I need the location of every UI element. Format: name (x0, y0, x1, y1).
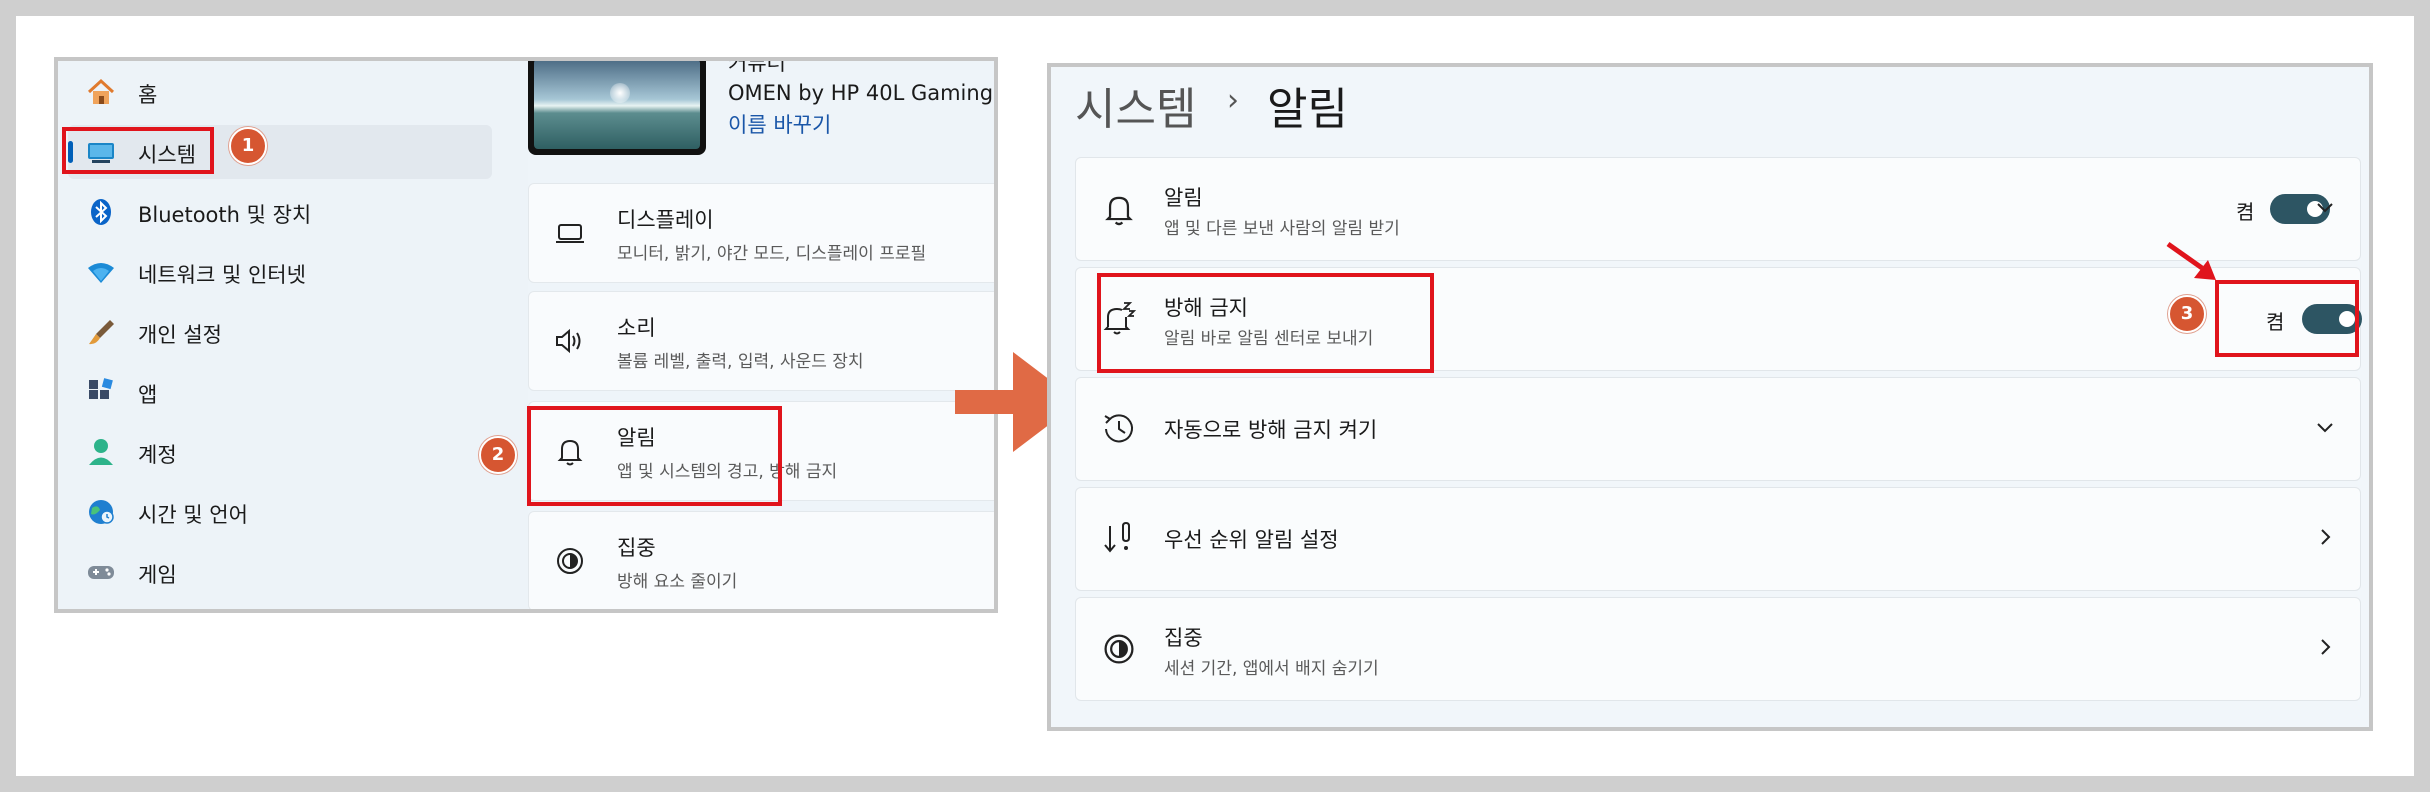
focus-icon (557, 548, 583, 574)
sidebar-item-accounts[interactable]: 계정 (68, 425, 492, 479)
row-subtitle: 앱 및 다른 보낸 사람의 알림 받기 (1164, 219, 1400, 239)
gamepad-icon (88, 566, 114, 579)
row-priority-notifications[interactable]: 우선 순위 알림 설정 (1075, 487, 2361, 591)
home-icon (87, 78, 115, 104)
sidebar-item-label: 홈 (138, 83, 158, 107)
card-sound[interactable]: 소리 볼륨 레벨, 출력, 입력, 사운드 장치 (528, 291, 994, 391)
card-subtitle: 방해 요소 줄이기 (617, 572, 738, 592)
card-title: 디스플레이 (617, 208, 714, 232)
card-title: 집중 (617, 536, 656, 560)
row-focus[interactable]: 집중 세션 기간, 앱에서 배지 숨기기 (1075, 597, 2361, 701)
card-subtitle: 모니터, 밝기, 야간 모드, 디스플레이 프로필 (617, 244, 927, 264)
row-title: 우선 순위 알림 설정 (1164, 528, 1339, 552)
card-display[interactable]: 디스플레이 모니터, 밝기, 야간 모드, 디스플레이 프로필 (528, 183, 994, 283)
sidebar-item-bluetooth[interactable]: Bluetooth 및 장치 (68, 185, 492, 239)
card-title: 소리 (617, 316, 656, 340)
clock-icon (1104, 414, 1133, 443)
sidebar-item-time-language[interactable]: 시간 및 언어 (68, 485, 492, 539)
sidebar-item-apps[interactable]: 앱 (68, 365, 492, 419)
sidebar-item-label: 앱 (138, 383, 158, 407)
sidebar-item-label: 시간 및 언어 (138, 503, 248, 527)
sidebar-item-label: 게임 (138, 563, 177, 587)
row-title: 자동으로 방해 금지 켜기 (1164, 418, 1378, 442)
sidebar-item-home[interactable]: 홈 (68, 65, 492, 119)
sidebar-item-personalization[interactable]: 개인 설정 (68, 305, 492, 359)
device-label-partial: 커퓨터 (728, 57, 786, 75)
paintbrush-icon (89, 320, 114, 345)
sidebar-item-label: Bluetooth 및 장치 (138, 203, 312, 227)
sidebar-item-label: 개인 설정 (138, 323, 222, 347)
chevron-right-icon[interactable] (2314, 636, 2336, 658)
priority-sort-icon (1104, 521, 1130, 553)
bell-icon (1105, 196, 1133, 226)
row-auto-do-not-disturb[interactable]: 자동으로 방해 금지 켜기 (1075, 377, 2361, 481)
row-subtitle: 세션 기간, 앱에서 배지 숨기기 (1164, 659, 1379, 679)
row-title: 집중 (1164, 626, 1203, 650)
laptop-icon (556, 224, 584, 243)
toggle-state-label: 켬 (2236, 200, 2255, 224)
page-title: 알림 (1267, 84, 1348, 135)
account-icon (89, 439, 113, 465)
device-name: OMEN by HP 40L Gaming D (728, 81, 998, 105)
sidebar-item-label: 네트워크 및 인터넷 (138, 263, 306, 287)
desktop-wallpaper-thumbnail (528, 61, 706, 155)
row-title: 알림 (1164, 186, 1203, 210)
chevron-down-icon[interactable] (2314, 416, 2336, 438)
sidebar-item-label: 계정 (138, 443, 177, 467)
breadcrumb-separator: › (1227, 83, 1239, 118)
sidebar-item-network[interactable]: 네트워크 및 인터넷 (68, 245, 492, 299)
highlight-notifications-card (527, 406, 782, 506)
globe-clock-icon (89, 500, 114, 524)
chevron-right-icon[interactable] (2314, 526, 2336, 548)
card-focus[interactable]: 집중 방해 요소 줄이기 (528, 511, 994, 609)
chevron-down-icon[interactable] (2314, 196, 2336, 218)
pointer-arrow (2166, 241, 2216, 280)
card-subtitle: 볼륨 레벨, 출력, 입력, 사운드 장치 (617, 352, 864, 372)
bluetooth-icon (91, 199, 111, 225)
highlight-system (62, 127, 214, 174)
step-badge-1: 1 (229, 127, 267, 165)
sidebar-item-gaming[interactable]: 게임 (68, 545, 492, 599)
highlight-dnd-toggle (2215, 280, 2359, 357)
step-badge-3: 3 (2168, 295, 2206, 333)
breadcrumb-parent[interactable]: 시스템 (1075, 73, 1196, 137)
speaker-icon (556, 328, 581, 354)
step-badge-2: 2 (479, 436, 517, 474)
apps-icon (89, 378, 113, 399)
rename-link[interactable]: 이름 바꾸기 (728, 109, 831, 139)
settings-window-notifications: 시스템 › 알림 알림 앱 및 다른 보낸 사람의 알림 받기 켬 방해 금지 … (1047, 63, 2373, 731)
wifi-icon (88, 263, 114, 283)
focus-icon (1104, 634, 1134, 664)
system-content: 커퓨터 OMEN by HP 40L Gaming D 이름 바꾸기 디스플레이… (528, 61, 994, 609)
highlight-do-not-disturb (1097, 273, 1434, 373)
